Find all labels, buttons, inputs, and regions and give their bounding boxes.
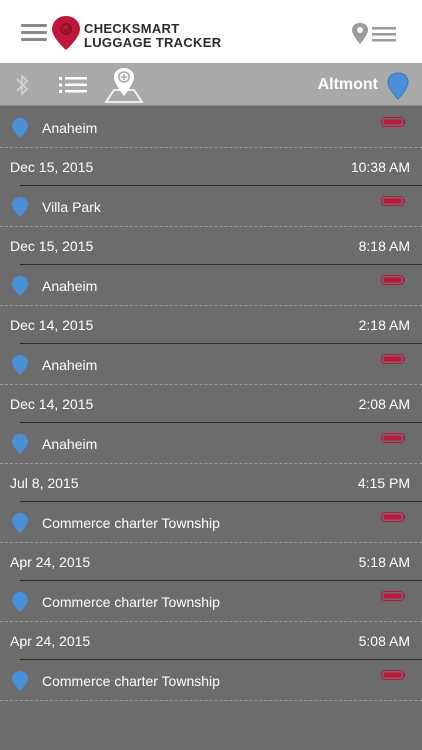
location-pin-icon bbox=[12, 671, 28, 691]
location-name: Commerce charter Township bbox=[42, 594, 220, 610]
map-view-icon[interactable] bbox=[104, 66, 144, 104]
timestamp-row: Dec 15, 2015 8:18 AM bbox=[0, 227, 422, 265]
battery-icon bbox=[381, 433, 405, 443]
location-name: Anaheim bbox=[42, 278, 98, 294]
app-logo-text: CHECKSMART LUGGAGE TRACKER bbox=[84, 22, 221, 50]
entry-date: Apr 24, 2015 bbox=[10, 633, 91, 649]
list-view-icon[interactable] bbox=[59, 76, 87, 94]
battery-icon bbox=[381, 670, 405, 680]
entry-time: 10:38 AM bbox=[350, 159, 410, 175]
location-pin-icon[interactable] bbox=[387, 72, 409, 100]
battery-icon bbox=[381, 275, 405, 285]
battery-icon bbox=[381, 196, 405, 206]
location-name: Villa Park bbox=[42, 199, 101, 215]
location-name: Commerce charter Township bbox=[42, 515, 220, 531]
list-item[interactable]: Anaheim bbox=[0, 423, 422, 464]
battery-icon bbox=[381, 117, 405, 127]
entry-date: Jul 8, 2015 bbox=[10, 475, 79, 491]
toolbar: Altmont bbox=[0, 63, 422, 106]
timestamp-row: Dec 15, 2015 10:38 AM bbox=[0, 148, 422, 186]
location-name: Anaheim bbox=[42, 120, 98, 136]
battery-icon bbox=[381, 512, 405, 522]
entry-date: Dec 15, 2015 bbox=[10, 159, 94, 175]
location-pin-icon bbox=[12, 118, 28, 138]
timestamp-row: Jul 8, 2015 4:15 PM bbox=[0, 464, 422, 502]
app-header: CHECKSMART LUGGAGE TRACKER bbox=[0, 0, 422, 63]
entry-date: Dec 15, 2015 bbox=[10, 238, 94, 254]
entry-date: Dec 14, 2015 bbox=[10, 317, 94, 333]
logo-line-1: CHECKSMART bbox=[84, 21, 180, 36]
location-pin-icon bbox=[12, 197, 28, 217]
entry-time: 4:15 PM bbox=[357, 475, 410, 491]
timestamp-row: Apr 24, 2015 5:18 AM bbox=[0, 543, 422, 581]
list-item[interactable]: Anaheim bbox=[0, 107, 422, 148]
list-item[interactable]: Commerce charter Township bbox=[0, 660, 422, 701]
location-name: Anaheim bbox=[42, 436, 98, 452]
entry-date: Apr 24, 2015 bbox=[10, 554, 91, 570]
entry-time: 5:08 AM bbox=[358, 633, 410, 649]
current-location-label: Altmont bbox=[317, 76, 378, 93]
location-name: Anaheim bbox=[42, 357, 98, 373]
list-item[interactable]: Anaheim bbox=[0, 344, 422, 385]
list-item[interactable]: Villa Park bbox=[0, 186, 422, 227]
list-item[interactable]: Commerce charter Township bbox=[0, 502, 422, 543]
location-pin-icon bbox=[12, 513, 28, 533]
location-pin-icon bbox=[12, 276, 28, 296]
list-item[interactable]: Commerce charter Township bbox=[0, 581, 422, 622]
location-name: Commerce charter Township bbox=[42, 673, 220, 689]
timestamp-row: Dec 14, 2015 2:18 AM bbox=[0, 306, 422, 344]
pin-list-icon[interactable] bbox=[350, 22, 398, 46]
location-pin-icon bbox=[12, 355, 28, 375]
location-pin-icon bbox=[12, 434, 28, 454]
timestamp-row: Dec 14, 2015 2:08 AM bbox=[0, 385, 422, 423]
entry-time: 5:18 AM bbox=[358, 554, 410, 570]
battery-icon bbox=[381, 591, 405, 601]
logo-pin-icon bbox=[52, 16, 80, 50]
entry-time: 2:18 AM bbox=[358, 317, 410, 333]
entry-date: Dec 14, 2015 bbox=[10, 396, 94, 412]
logo-line-2: LUGGAGE TRACKER bbox=[84, 35, 222, 50]
bluetooth-icon[interactable] bbox=[13, 73, 31, 97]
location-pin-icon bbox=[12, 592, 28, 612]
history-list: Anaheim Dec 15, 2015 10:38 AM Villa Park Dec… bbox=[0, 107, 422, 701]
timestamp-row: Apr 24, 2015 5:08 AM bbox=[0, 622, 422, 660]
list-item[interactable]: Anaheim bbox=[0, 265, 422, 306]
entry-time: 8:18 AM bbox=[358, 238, 410, 254]
battery-icon bbox=[381, 354, 405, 364]
hamburger-menu-icon[interactable] bbox=[21, 24, 47, 42]
entry-time: 2:08 AM bbox=[358, 396, 410, 412]
